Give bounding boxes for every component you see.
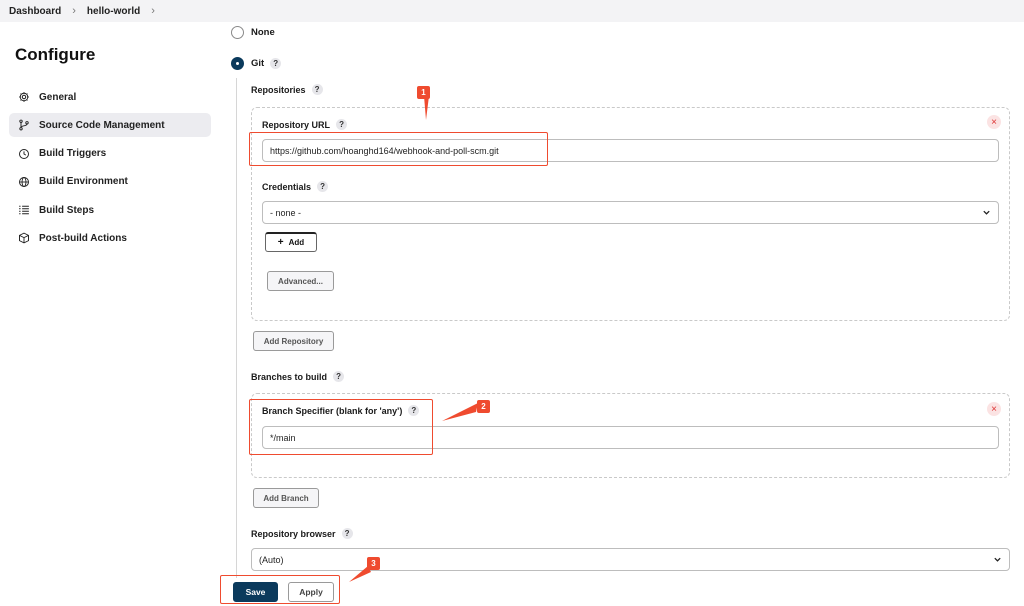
repository-browser-label-text: Repository browser (251, 528, 336, 539)
sidebar-item-build-environment[interactable]: Build Environment (9, 170, 211, 194)
credentials-select[interactable]: - none - (262, 201, 999, 224)
scm-none-label: None (251, 27, 275, 38)
sidebar-item-label: Build Steps (39, 204, 95, 216)
chevron-down-icon (994, 557, 1001, 562)
annotation-box-1 (249, 132, 548, 166)
repository-browser-label: Repository browser ? (251, 528, 353, 539)
repository-browser-select[interactable]: (Auto) (251, 548, 1010, 571)
help-icon[interactable]: ? (270, 58, 282, 69)
radio-none[interactable] (231, 26, 244, 39)
add-credentials-label: Add (288, 238, 305, 247)
annotation-box-3 (220, 575, 340, 604)
chevron-right-icon[interactable]: › (151, 5, 155, 17)
help-icon[interactable]: ? (317, 181, 329, 192)
annotation-badge-3: 3 (367, 557, 380, 570)
add-branch-button[interactable]: Add Branch (253, 488, 319, 508)
sidebar-item-build-steps[interactable]: Build Steps (9, 198, 211, 222)
scm-option-none[interactable]: None (231, 26, 275, 39)
sidebar-item-label: General (39, 91, 77, 103)
annotation-badge-1: 1 (417, 86, 430, 99)
sidebar-item-label: Build Environment (39, 176, 128, 188)
repositories-label: Repositories ? (251, 84, 323, 95)
credentials-label-text: Credentials (262, 181, 312, 192)
chevron-down-icon (983, 210, 990, 215)
sidebar-nav: General Source Code Management Build Tri… (9, 85, 211, 255)
sidebar-item-build-triggers[interactable]: Build Triggers (9, 142, 211, 166)
package-icon (18, 232, 30, 244)
scm-option-git[interactable]: Git ? (231, 57, 282, 70)
help-icon[interactable]: ? (333, 371, 345, 382)
branches-label-text: Branches to build (251, 371, 328, 382)
sidebar-item-label: Source Code Management (39, 119, 165, 131)
add-repository-button[interactable]: Add Repository (253, 331, 334, 351)
list-icon (18, 204, 30, 216)
credentials-label: Credentials ? (262, 181, 329, 192)
help-icon[interactable]: ? (336, 119, 348, 130)
sidebar-item-source-code-management[interactable]: Source Code Management (9, 113, 211, 138)
sidebar-item-label: Build Triggers (39, 148, 107, 160)
repositories-label-text: Repositories (251, 84, 306, 95)
annotation-box-2 (249, 399, 433, 455)
sidebar-item-label: Post-build Actions (39, 232, 127, 244)
close-icon[interactable]: × (987, 402, 1001, 416)
repository-url-label-text: Repository URL (262, 119, 331, 130)
close-icon[interactable]: × (987, 115, 1001, 129)
page-title: Configure (15, 45, 96, 64)
breadcrumb-dashboard[interactable]: Dashboard (9, 6, 61, 17)
branch-icon (18, 119, 30, 131)
annotation-badge-2: 2 (477, 400, 490, 413)
help-icon[interactable]: ? (341, 528, 353, 539)
chevron-right-icon: › (72, 5, 76, 17)
plus-icon: + (277, 237, 284, 248)
add-credentials-button[interactable]: + Add (265, 232, 317, 252)
advanced-button[interactable]: Advanced... (267, 271, 334, 291)
globe-icon (18, 176, 30, 188)
breadcrumb-hello-world[interactable]: hello-world (87, 6, 140, 17)
repository-browser-value: (Auto) (259, 554, 284, 565)
branches-label: Branches to build ? (251, 371, 345, 382)
scm-git-label: Git (251, 58, 265, 69)
help-icon[interactable]: ? (311, 84, 323, 95)
gear-icon (18, 91, 30, 103)
section-divider (236, 78, 237, 578)
breadcrumb: Dashboard › hello-world › (0, 0, 1024, 22)
sidebar-item-post-build-actions[interactable]: Post-build Actions (9, 226, 211, 250)
repository-url-label: Repository URL ? (262, 119, 348, 130)
sidebar-item-general[interactable]: General (9, 85, 211, 109)
radio-git[interactable] (231, 57, 244, 70)
credentials-value: - none - (270, 207, 302, 218)
clock-icon (18, 148, 30, 160)
